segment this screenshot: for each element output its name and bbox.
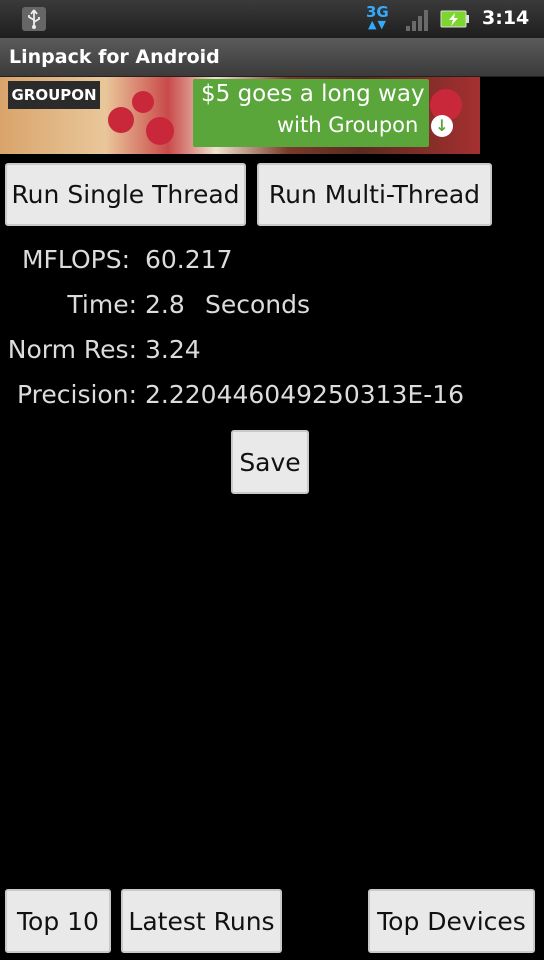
precision-value: 2.220446049250313E-16 [145, 380, 465, 409]
berry-decoration [108, 107, 134, 133]
top-10-button[interactable]: Top 10 [5, 889, 111, 953]
time-unit: Seconds [205, 290, 311, 319]
save-button[interactable]: Save [231, 430, 309, 494]
network-3g-icon: 3G ▲▼ [366, 3, 389, 31]
ad-message: $5 goes a long way with Groupon ↓ [193, 79, 453, 147]
battery-charging-icon [440, 9, 470, 29]
norm-res-label: Norm Res: [7, 335, 137, 364]
norm-res-value: 3.24 [145, 335, 201, 364]
time-value: 2.8 [145, 290, 185, 319]
latest-runs-button[interactable]: Latest Runs [121, 889, 282, 953]
precision-label: Precision: [17, 380, 137, 409]
berry-decoration [132, 91, 154, 113]
mflops-label: MFLOPS: [21, 245, 130, 274]
groupon-logo: GROUPON [8, 81, 100, 109]
time-label: Time: [67, 290, 137, 319]
usb-icon [22, 7, 46, 31]
run-single-thread-button[interactable]: Run Single Thread [5, 163, 246, 226]
status-clock: 3:14 [482, 7, 530, 29]
berry-decoration [146, 117, 174, 145]
download-arrow-icon: ↓ [431, 115, 453, 137]
signal-strength-icon [404, 8, 432, 32]
groupon-ad-banner[interactable]: GROUPON $5 goes a long way with Groupon … [0, 77, 480, 154]
ad-subline: with Groupon [277, 113, 419, 137]
top-devices-button[interactable]: Top Devices [368, 889, 535, 953]
app-title: Linpack for Android [9, 46, 220, 68]
mflops-value: 60.217 [145, 245, 233, 274]
status-bar: 3G ▲▼ 3:14 [0, 0, 544, 38]
app-title-bar: Linpack for Android [0, 38, 544, 77]
ad-headline: $5 goes a long way [201, 81, 425, 107]
run-multi-thread-button[interactable]: Run Multi-Thread [257, 163, 492, 226]
